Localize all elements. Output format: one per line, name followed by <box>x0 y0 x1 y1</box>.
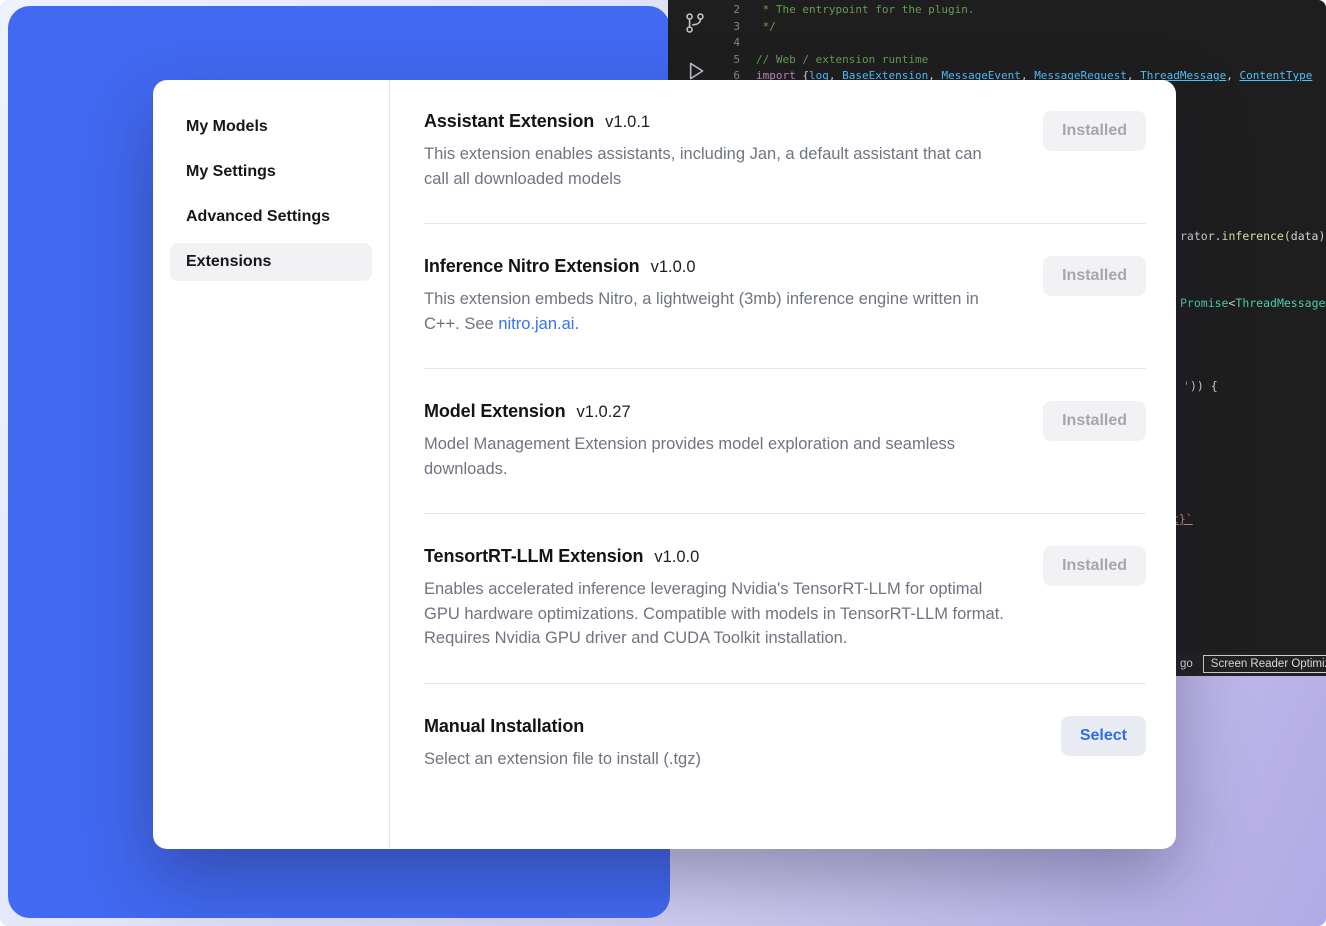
line-number: 2 <box>726 2 740 19</box>
extension-description: Model Management Extension provides mode… <box>424 432 1004 481</box>
extension-title-line: Inference Nitro Extension v1.0.0 <box>424 256 1007 277</box>
extension-title: Manual Installation <box>424 716 584 737</box>
extension-row: Assistant Extension v1.0.1 This extension … <box>424 106 1146 223</box>
extension-info: TensortRT-LLM Extension v1.0.0 Enables acc… <box>424 546 1043 651</box>
select-button[interactable]: Select <box>1061 716 1146 756</box>
status-text: go <box>1180 658 1193 670</box>
code-fragment: ')) { <box>1183 379 1218 393</box>
extension-title-line: Model Extension v1.0.27 <box>424 401 1007 422</box>
code-line: 2 * The entrypoint for the plugin. <box>726 2 1312 19</box>
extension-title: Inference Nitro Extension <box>424 256 640 277</box>
extension-title: TensortRT-LLM Extension <box>424 546 643 567</box>
code-area: 2 * The entrypoint for the plugin.3 */45… <box>726 2 1312 85</box>
settings-modal: My Models My Settings Advanced Settings Ext… <box>153 80 1176 849</box>
extension-description: This extension embeds Nitro, a lightweig… <box>424 287 1004 336</box>
extension-title-line: Manual Installation <box>424 716 1025 737</box>
extension-info: Inference Nitro Extension v1.0.0 This exte… <box>424 256 1043 336</box>
line-number: 5 <box>726 52 740 69</box>
sidebar-item-my-settings[interactable]: My Settings <box>170 153 372 191</box>
extension-title-line: Assistant Extension v1.0.1 <box>424 111 1007 132</box>
screen-reader-badge[interactable]: Screen Reader Optimize <box>1203 655 1326 673</box>
extension-description: Select an extension file to install (.tg… <box>424 747 1004 772</box>
extension-row: Inference Nitro Extension v1.0.0 This exte… <box>424 224 1146 368</box>
line-number: 4 <box>726 35 740 52</box>
extension-info: Assistant Extension v1.0.1 This extension … <box>424 111 1043 191</box>
extension-row: Model Extension v1.0.27 Model Management E… <box>424 369 1146 513</box>
sidebar-item-extensions[interactable]: Extensions <box>170 243 372 281</box>
installed-button[interactable]: Installed <box>1043 401 1146 441</box>
extension-description: Enables accelerated inference leveraging… <box>424 577 1004 651</box>
line-number: 3 <box>726 19 740 36</box>
installed-button[interactable]: Installed <box>1043 111 1146 151</box>
extension-version: v1.0.0 <box>651 258 696 277</box>
code-text: * The entrypoint for the plugin. <box>756 2 975 19</box>
extension-row: TensortRT-LLM Extension v1.0.0 Enables acc… <box>424 514 1146 683</box>
desktop-background: 2 * The entrypoint for the plugin.3 */45… <box>0 0 1326 926</box>
extension-row: Manual Installation Select an extension f… <box>424 684 1146 804</box>
extension-title: Assistant Extension <box>424 111 594 132</box>
installed-button[interactable]: Installed <box>1043 546 1146 586</box>
extension-version: v1.0.27 <box>577 403 631 422</box>
source-control-icon[interactable] <box>682 10 708 36</box>
sidebar-item-my-models[interactable]: My Models <box>170 108 372 146</box>
code-text: // Web / extension runtime <box>756 52 928 69</box>
extension-title: Model Extension <box>424 401 566 422</box>
extension-title-line: TensortRT-LLM Extension v1.0.0 <box>424 546 1007 567</box>
extension-info: Manual Installation Select an extension f… <box>424 716 1061 772</box>
sidebar-item-advanced-settings[interactable]: Advanced Settings <box>170 198 372 236</box>
code-fragment: Promise<ThreadMessage> <box>1180 296 1326 310</box>
extension-info: Model Extension v1.0.27 Model Management E… <box>424 401 1043 481</box>
extension-version: v1.0.0 <box>654 548 699 567</box>
extensions-panel: Assistant Extension v1.0.1 This extension … <box>390 80 1176 849</box>
code-line: 4 <box>726 35 1312 52</box>
extension-description: This extension enables assistants, inclu… <box>424 142 1004 191</box>
editor-activity-bar <box>668 0 726 84</box>
code-line: 5 // Web / extension runtime <box>726 52 1312 69</box>
code-text: */ <box>756 19 776 36</box>
extension-version: v1.0.1 <box>605 113 650 132</box>
code-fragment: rator.inference(data)); <box>1180 229 1326 243</box>
installed-button[interactable]: Installed <box>1043 256 1146 296</box>
settings-sidebar: My Models My Settings Advanced Settings Ext… <box>153 80 390 849</box>
nitro-link[interactable]: nitro.jan.ai. <box>498 315 579 333</box>
code-line: 3 */ <box>726 19 1312 36</box>
